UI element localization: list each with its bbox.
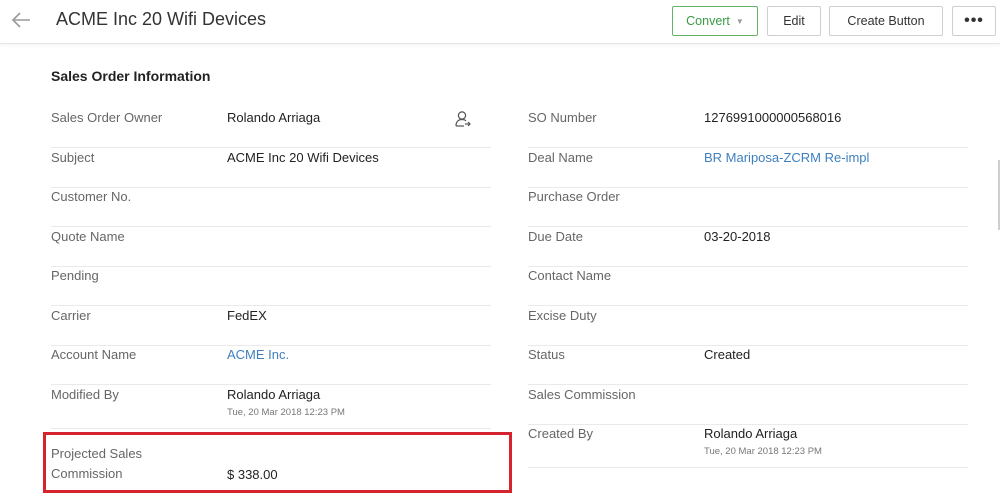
field-row-account-name: Account Name ACME Inc. [51, 345, 491, 385]
modified-timestamp: Tue, 20 Mar 2018 12:23 PM [227, 407, 345, 418]
field-value: 1276991000000568016 [704, 110, 842, 125]
field-row-sales-commission: Sales Commission [528, 385, 968, 425]
field-row-purchase-order: Purchase Order [528, 187, 968, 227]
field-label: Modified By [51, 387, 119, 402]
field-label: Account Name [51, 347, 137, 362]
field-value: FedEX [227, 308, 267, 323]
field-row-status: Status Created [528, 345, 968, 385]
field-label: Status [528, 347, 565, 362]
field-value: Created [704, 347, 751, 362]
field-label: Customer No. [51, 189, 132, 204]
field-row-customer-no: Customer No. [51, 187, 491, 227]
arrow-left-icon[interactable] [10, 9, 32, 31]
field-label: Deal Name [528, 150, 594, 165]
field-label: Excise Duty [528, 308, 597, 323]
field-row-created-by: Created By Rolando Arriaga Tue, 20 Mar 2… [528, 424, 968, 468]
field-label: Carrier [51, 308, 91, 323]
user-change-icon[interactable] [454, 110, 472, 128]
field-label: Pending [51, 268, 99, 283]
create-button-button[interactable]: Create Button [829, 6, 943, 36]
field-row-due-date: Due Date 03-20-2018 [528, 227, 968, 267]
field-value: Rolando Arriaga [704, 426, 798, 441]
field-value: ACME Inc 20 Wifi Devices [227, 150, 379, 165]
convert-label: Convert [686, 14, 730, 28]
caret-down-icon: ▼ [735, 16, 744, 26]
more-options-button[interactable]: ••• [952, 6, 996, 36]
field-label: Created By [528, 426, 594, 441]
field-label: Contact Name [528, 268, 612, 283]
field-row-so-number: SO Number 1276991000000568016 [528, 108, 968, 148]
field-label: Due Date [528, 229, 583, 244]
field-label: Sales Order Owner [51, 110, 163, 125]
field-value: Rolando Arriaga [227, 387, 321, 402]
field-row-pending: Pending [51, 266, 491, 306]
created-timestamp: Tue, 20 Mar 2018 12:23 PM [704, 446, 822, 457]
edit-button[interactable]: Edit [767, 6, 821, 36]
record-title: ACME Inc 20 Wifi Devices [56, 9, 267, 29]
field-row-sales-order-owner: Sales Order Owner Rolando Arriaga [51, 108, 491, 148]
convert-button[interactable]: Convert ▼ [672, 6, 758, 36]
record-header: ACME Inc 20 Wifi Devices Convert ▼ Edit … [0, 0, 1000, 44]
field-label: Subject [51, 150, 95, 165]
field-label: SO Number [528, 110, 597, 125]
field-value: 03-20-2018 [704, 229, 771, 244]
field-row-modified-by: Modified By Rolando Arriaga Tue, 20 Mar … [51, 385, 491, 429]
field-row-deal-name: Deal Name BR Mariposa-ZCRM Re-impl [528, 148, 968, 188]
field-row-quote-name: Quote Name [51, 227, 491, 267]
field-label: Purchase Order [528, 189, 620, 204]
field-row-carrier: Carrier FedEX [51, 306, 491, 346]
field-row-excise-duty: Excise Duty [528, 306, 968, 346]
field-label: Sales Commission [528, 387, 636, 402]
deal-name-link[interactable]: BR Mariposa-ZCRM Re-impl [704, 148, 944, 168]
field-value: Rolando Arriaga [227, 110, 321, 125]
field-row-contact-name: Contact Name [528, 266, 968, 306]
field-row-subject: Subject ACME Inc 20 Wifi Devices [51, 148, 491, 188]
field-label: Quote Name [51, 229, 125, 244]
section-title: Sales Order Information [51, 68, 211, 84]
highlight-box [43, 432, 512, 493]
account-name-link[interactable]: ACME Inc. [227, 345, 467, 365]
